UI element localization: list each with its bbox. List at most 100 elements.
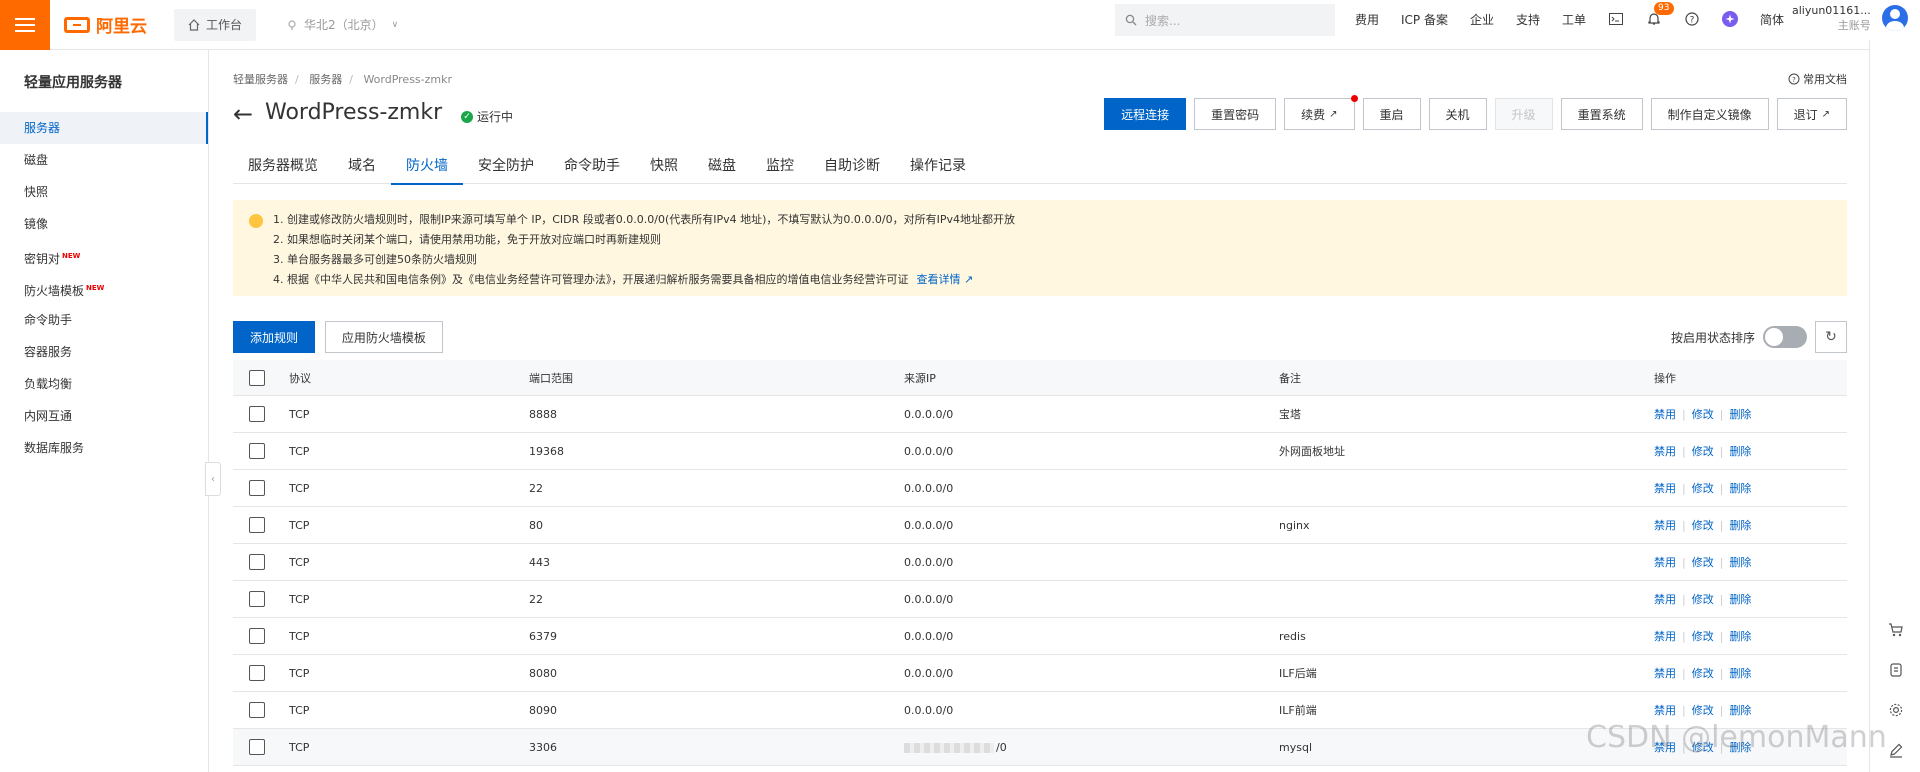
- disable-link[interactable]: 禁用: [1654, 667, 1676, 680]
- tab-disk[interactable]: 磁盘: [693, 152, 751, 184]
- disable-link[interactable]: 禁用: [1654, 482, 1676, 495]
- tab-security[interactable]: 安全防护: [463, 152, 549, 184]
- delete-link[interactable]: 删除: [1729, 556, 1751, 569]
- sidebar-item-images[interactable]: 镜像: [0, 208, 208, 240]
- sidebar-item-servers[interactable]: 服务器: [0, 112, 208, 144]
- global-search-input[interactable]: 搜索...: [1115, 4, 1335, 36]
- custom-image-button[interactable]: 制作自定义镜像: [1650, 98, 1769, 130]
- reset-system-button[interactable]: 重置系统: [1560, 98, 1643, 130]
- tab-operation-log[interactable]: 操作记录: [895, 152, 981, 184]
- row-checkbox[interactable]: [249, 665, 265, 681]
- nav-fee[interactable]: 费用: [1355, 11, 1379, 28]
- edit-link[interactable]: 修改: [1692, 408, 1714, 421]
- edit-link[interactable]: 修改: [1692, 630, 1714, 643]
- ai-assistant-icon[interactable]: [1722, 11, 1739, 27]
- sidebar-item-disks[interactable]: 磁盘: [0, 144, 208, 176]
- region-selector[interactable]: 华北2（北京） ∨: [286, 16, 398, 33]
- row-checkbox[interactable]: [249, 406, 265, 422]
- nav-enterprise[interactable]: 企业: [1470, 11, 1494, 28]
- service-icon[interactable]: [1888, 662, 1904, 678]
- tab-snapshot[interactable]: 快照: [635, 152, 693, 184]
- refund-button[interactable]: 退订 ↗: [1776, 98, 1847, 130]
- delete-link[interactable]: 删除: [1729, 630, 1751, 643]
- breadcrumb-item[interactable]: 服务器: [309, 73, 342, 86]
- edit-link[interactable]: 修改: [1692, 593, 1714, 606]
- sidebar-item-command-assistant[interactable]: 命令助手: [0, 304, 208, 336]
- disable-link[interactable]: 禁用: [1654, 519, 1676, 532]
- docs-link[interactable]: ? 常用文档: [1788, 71, 1847, 87]
- menu-button[interactable]: [0, 0, 50, 50]
- tab-command-assistant[interactable]: 命令助手: [549, 152, 635, 184]
- edit-link[interactable]: 修改: [1692, 667, 1714, 680]
- sidebar-item-intranet[interactable]: 内网互通: [0, 400, 208, 432]
- delete-link[interactable]: 删除: [1729, 408, 1751, 421]
- sidebar-collapse-button[interactable]: ‹: [205, 462, 221, 496]
- delete-link[interactable]: 删除: [1729, 482, 1751, 495]
- account-info[interactable]: aliyun01161... 主账号: [1792, 3, 1871, 33]
- aliyun-logo[interactable]: 阿里云: [64, 12, 164, 37]
- row-checkbox[interactable]: [249, 480, 265, 496]
- cart-icon[interactable]: [1888, 622, 1904, 638]
- edit-link[interactable]: 修改: [1692, 704, 1714, 717]
- disable-link[interactable]: 禁用: [1654, 445, 1676, 458]
- edit-link[interactable]: 修改: [1692, 556, 1714, 569]
- tab-domain[interactable]: 域名: [333, 152, 391, 184]
- edit-link[interactable]: 修改: [1692, 519, 1714, 532]
- notice-details-link[interactable]: 查看详情 ↗: [917, 273, 974, 286]
- sidebar-item-firewall-templates[interactable]: 防火墙模板 NEW: [0, 272, 208, 304]
- breadcrumb-item[interactable]: 轻量服务器: [233, 73, 288, 86]
- tab-monitor[interactable]: 监控: [751, 152, 809, 184]
- select-all-checkbox[interactable]: [249, 369, 265, 386]
- source-ip-text: 0.0.0.0/0: [904, 518, 954, 532]
- disable-link[interactable]: 禁用: [1654, 704, 1676, 717]
- sidebar-item-load-balancer[interactable]: 负载均衡: [0, 368, 208, 400]
- edit-link[interactable]: 修改: [1692, 482, 1714, 495]
- renew-button[interactable]: 续费 ↗: [1284, 95, 1358, 130]
- remote-connect-button[interactable]: 远程连接: [1104, 98, 1187, 130]
- tab-diagnosis[interactable]: 自助诊断: [809, 152, 895, 184]
- disable-link[interactable]: 禁用: [1654, 593, 1676, 606]
- sidebar-item-keypairs[interactable]: 密钥对 NEW: [0, 240, 208, 272]
- delete-link[interactable]: 删除: [1729, 667, 1751, 680]
- row-checkbox[interactable]: [249, 443, 265, 459]
- workbench-button[interactable]: 工作台: [174, 8, 257, 41]
- reset-password-button[interactable]: 重置密码: [1194, 98, 1277, 130]
- add-rule-button[interactable]: 添加规则: [233, 321, 316, 353]
- nav-icp[interactable]: ICP 备案: [1401, 11, 1448, 28]
- tab-overview[interactable]: 服务器概览: [233, 152, 333, 184]
- bell-icon[interactable]: 93: [1646, 2, 1674, 27]
- gear-icon[interactable]: [1888, 702, 1904, 718]
- cell-port: 8090: [529, 703, 557, 717]
- sort-toggle[interactable]: [1763, 326, 1807, 348]
- tab-firewall[interactable]: 防火墙: [391, 152, 463, 185]
- disable-link[interactable]: 禁用: [1654, 408, 1676, 421]
- language-switch[interactable]: 简体: [1760, 11, 1784, 28]
- delete-link[interactable]: 删除: [1729, 704, 1751, 717]
- shutdown-button[interactable]: 关机: [1428, 98, 1487, 130]
- row-checkbox[interactable]: [249, 554, 265, 570]
- edit-icon[interactable]: [1888, 742, 1904, 758]
- avatar[interactable]: [1882, 5, 1908, 31]
- terminal-icon[interactable]: [1608, 11, 1624, 27]
- sidebar-item-container-service[interactable]: 容器服务: [0, 336, 208, 368]
- apply-template-button[interactable]: 应用防火墙模板: [324, 321, 443, 353]
- row-checkbox[interactable]: [249, 517, 265, 533]
- nav-ticket[interactable]: 工单: [1562, 11, 1586, 28]
- row-checkbox[interactable]: [249, 739, 265, 755]
- disable-link[interactable]: 禁用: [1654, 556, 1676, 569]
- row-checkbox[interactable]: [249, 591, 265, 607]
- help-icon[interactable]: ?: [1684, 11, 1700, 27]
- row-checkbox[interactable]: [249, 628, 265, 644]
- row-checkbox[interactable]: [249, 702, 265, 718]
- nav-support[interactable]: 支持: [1516, 11, 1540, 28]
- delete-link[interactable]: 删除: [1729, 445, 1751, 458]
- delete-link[interactable]: 删除: [1729, 519, 1751, 532]
- disable-link[interactable]: 禁用: [1654, 630, 1676, 643]
- restart-button[interactable]: 重启: [1362, 98, 1421, 130]
- delete-link[interactable]: 删除: [1729, 593, 1751, 606]
- refresh-button[interactable]: ↻: [1815, 321, 1847, 353]
- sidebar-item-snapshots[interactable]: 快照: [0, 176, 208, 208]
- sidebar-item-database[interactable]: 数据库服务: [0, 432, 208, 464]
- edit-link[interactable]: 修改: [1692, 445, 1714, 458]
- back-arrow-icon[interactable]: ←: [233, 102, 253, 126]
